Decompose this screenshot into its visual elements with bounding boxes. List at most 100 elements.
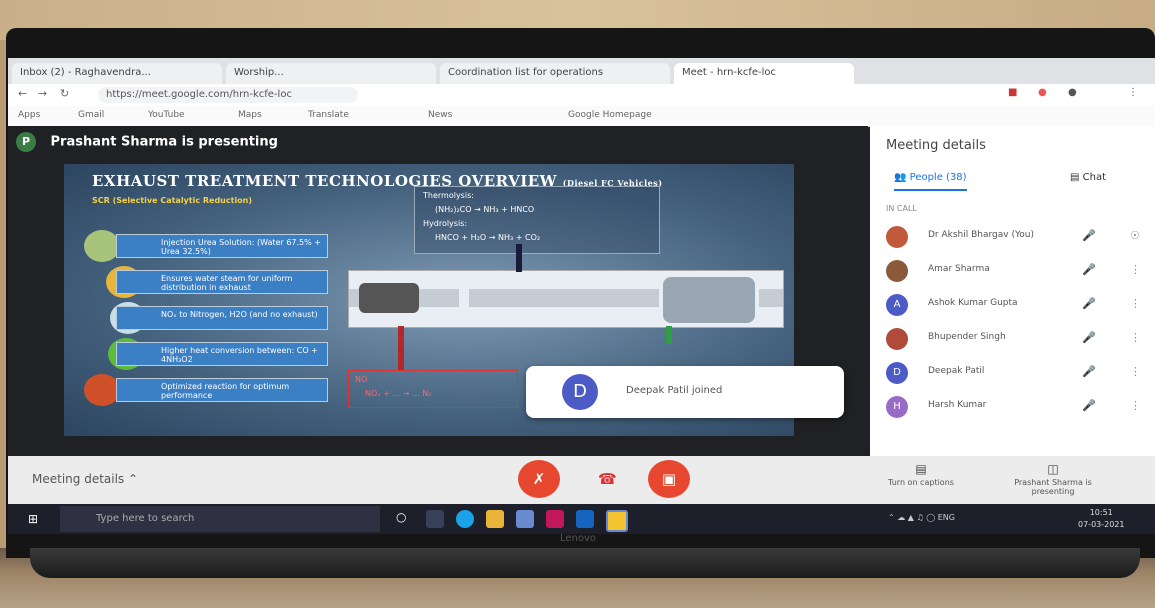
captions-icon: ▤ [915,462,927,476]
meeting-details-button[interactable]: Meeting details ⌃ [32,472,138,486]
emission-box: NO NOₓ + ... → ... N₂ [348,370,518,408]
participant-row[interactable]: Amar Sharma 🎤 ⋮ [886,258,1146,286]
bookmark-item[interactable]: Apps [18,110,40,120]
forward-icon[interactable]: → [38,87,47,100]
toast-avatar: D [562,374,598,410]
captions-button[interactable]: ▤ Turn on captions [866,462,976,487]
mic-icon[interactable]: 🎤 [1082,399,1096,412]
exhaust-pipe [759,289,783,307]
mic-icon[interactable]: 🎤 [1082,297,1096,310]
participant-name: Dr Akshil Bhargav (You) [928,230,1035,240]
bookmark-item[interactable]: Gmail [78,110,104,120]
more-icon[interactable]: ⋮ [1130,365,1141,378]
more-icon[interactable]: ⋮ [1130,399,1141,412]
participant-row[interactable]: H Harsh Kumar 🎤 ⋮ [886,394,1146,422]
bookmark-item[interactable]: Translate [308,110,349,120]
participant-row[interactable]: Dr Akshil Bhargav (You) 🎤 ☉ [886,224,1146,252]
mic-off-button[interactable]: ✗ [518,460,560,498]
taskbar-search-input[interactable]: Type here to search [60,506,380,532]
participant-row[interactable]: D Deepak Patil 🎤 ⋮ [886,360,1146,388]
slide-subtitle: SCR (Selective Catalytic Reduction) [92,196,253,205]
tab-chat-label: Chat [1082,172,1107,183]
participant-row[interactable]: A Ashok Kumar Gupta 🎤 ⋮ [886,292,1146,320]
avatar [886,328,908,350]
avatar [886,226,908,248]
extension-icon[interactable]: ● [1038,87,1047,98]
bookmark-item[interactable]: YouTube [148,110,185,120]
participant-name: Amar Sharma [928,264,990,274]
bookmark-item[interactable]: Maps [238,110,262,120]
catalyst-shape [663,277,755,323]
mic-icon[interactable]: 🎤 [1082,365,1096,378]
back-icon[interactable]: ← [18,87,27,100]
url-input[interactable]: https://meet.google.com/hrn-kcfe-loc [98,87,358,103]
extension-icon[interactable]: ■ [1008,87,1017,98]
hangup-button[interactable]: ☎ [598,470,617,488]
slide-step: Optimized reaction for optimum performan… [116,378,328,402]
more-icon[interactable]: ⋮ [1130,331,1141,344]
people-icon: 👥 [894,172,907,183]
tray-icons[interactable]: ⌃ ☁ ▲ ♫ ◯ [888,513,935,522]
more-icon[interactable]: ⋮ [1130,297,1141,310]
lang-label[interactable]: ENG [938,513,955,522]
mic-off-icon: ✗ [532,470,546,488]
meeting-details-panel: Meeting details 👥 People (38) ▤ Chat IN … [870,126,1155,456]
presenter-banner: P Prashant Sharma is presenting [16,132,278,154]
cortana-icon[interactable]: ○ [396,510,414,528]
chrome-icon[interactable] [606,510,628,532]
mic-icon[interactable]: 🎤 [1082,263,1096,276]
edge-icon[interactable] [456,510,474,528]
avatar: D [886,362,908,384]
in-call-label: IN CALL [886,204,917,213]
mic-icon[interactable]: 🎤 [1082,331,1096,344]
chemistry-box: Thermolysis: (NH₂)₂CO → NH₃ + HNCO Hydro… [414,186,660,254]
camera-off-button[interactable]: ▣ [648,460,690,498]
clock[interactable]: 10:51 07-03-2021 [1078,507,1125,531]
profile-icon[interactable]: ● [1068,87,1077,98]
avatar: H [886,396,908,418]
step-bubble [84,230,120,262]
bookmark-item[interactable]: Google Homepage [568,110,652,120]
browser-tab[interactable]: Worship... [226,63,436,84]
tab-chat[interactable]: ▤ Chat [1070,172,1106,183]
reload-icon[interactable]: ↻ [60,87,69,100]
store-icon[interactable] [516,510,534,528]
meeting-details-label: Meeting details [32,472,125,486]
hangup-icon: ☎ [598,470,617,488]
windows-start-icon[interactable]: ⊞ [28,512,42,526]
laptop-screen: Inbox (2) - Raghavendra... Worship... Co… [8,58,1155,534]
participant-name: Deepak Patil [928,366,985,376]
browser-tab-active[interactable]: Meet - hrn-kcfe-loc [674,63,854,84]
camera-off-icon: ▣ [661,470,677,488]
exhaust-pipe [469,289,659,307]
more-icon[interactable]: ⋮ [1130,263,1141,276]
tab-people[interactable]: 👥 People (38) [894,172,967,191]
mic-icon[interactable]: 🎤 [1082,229,1096,242]
browser-tab[interactable]: Coordination list for operations [440,63,670,84]
file-explorer-icon[interactable] [486,510,504,528]
pin-icon[interactable]: ☉ [1130,229,1140,242]
exhaust-diagram [348,270,784,328]
windows-taskbar: ⊞ Type here to search ○ ⌃ ☁ ▲ ♫ ◯ ENG 10… [8,504,1155,534]
menu-icon[interactable]: ⋮ [1128,87,1138,98]
panel-title: Meeting details [886,138,986,153]
bookmark-item[interactable]: News [428,110,452,120]
browser-tab[interactable]: Inbox (2) - Raghavendra... [12,63,222,84]
slide-step: NOₓ to Nitrogen, H2O (and no exhaust) [116,306,328,330]
mail-icon[interactable] [576,510,594,528]
connector-line [398,326,404,370]
toast-text: Deepak Patil joined [626,385,723,396]
app-icon[interactable] [546,510,564,528]
participant-name: Harsh Kumar [928,400,987,410]
address-bar: ← → ↻ https://meet.google.com/hrn-kcfe-l… [8,84,1155,106]
captions-label: Turn on captions [888,478,954,487]
presenting-button[interactable]: ◫ Prashant Sharma is presenting [998,462,1108,496]
chat-icon: ▤ [1070,172,1080,183]
tab-people-label: People (38) [909,172,967,183]
chem-line: Hydrolysis: [423,219,468,228]
laptop-brand: Lenovo [560,533,597,544]
task-view-icon[interactable] [426,510,444,528]
participant-name: Ashok Kumar Gupta [928,298,1018,308]
slide-step: Higher heat conversion between: CO + 4NH… [116,342,328,366]
participant-row[interactable]: Bhupender Singh 🎤 ⋮ [886,326,1146,354]
